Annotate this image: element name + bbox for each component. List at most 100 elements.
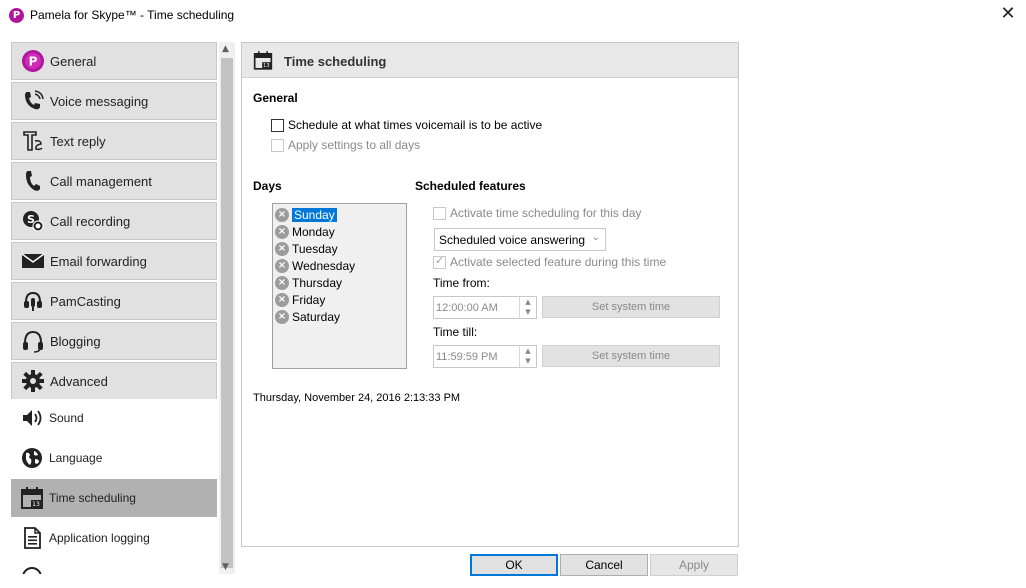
nav-label: Email forwarding xyxy=(50,253,147,269)
nav-item-call-recording[interactable]: S Call recording xyxy=(11,202,217,240)
day-item-monday[interactable]: × Monday xyxy=(275,223,335,240)
panel-header: 13 Time scheduling xyxy=(242,43,738,78)
activate-day-checkbox-label: Activate time scheduling for this day xyxy=(450,206,642,220)
headset-icon xyxy=(21,329,45,353)
svg-text:13: 13 xyxy=(32,501,40,508)
nav-item-blogging[interactable]: Blogging xyxy=(11,322,217,360)
general-group-title: General xyxy=(253,91,298,105)
svg-text:13: 13 xyxy=(263,63,269,69)
scroll-up-icon[interactable]: ▲ xyxy=(222,44,229,54)
nav-label: Voice messaging xyxy=(50,93,149,109)
nav-item-advanced[interactable]: Advanced xyxy=(11,362,217,400)
day-label: Sunday xyxy=(292,207,337,222)
day-item-tuesday[interactable]: × Tuesday xyxy=(275,240,338,257)
cancel-button[interactable]: Cancel xyxy=(560,554,648,576)
envelope-icon xyxy=(21,249,45,273)
time-till-field[interactable]: 11:59:59 PM ▲ ▼ xyxy=(433,345,537,368)
apply-all-checkbox[interactable] xyxy=(271,138,284,152)
activate-day-checkbox-row[interactable]: Activate time scheduling for this day xyxy=(433,206,641,220)
days-group-title: Days xyxy=(253,179,282,193)
time-from-label: Time from: xyxy=(433,276,490,290)
nav-item-sound[interactable]: Sound xyxy=(11,399,217,437)
day-item-saturday[interactable]: × Saturday xyxy=(275,308,340,325)
activate-feature-checkbox-row[interactable]: Activate selected feature during this ti… xyxy=(433,254,667,269)
time-from-value: 12:00:00 AM xyxy=(436,301,498,314)
globe-icon xyxy=(20,446,44,470)
time-from-field[interactable]: 12:00:00 AM ▲ ▼ xyxy=(433,296,537,319)
calendar-icon: 13 xyxy=(253,50,273,71)
calendar-icon: 13 xyxy=(20,486,44,510)
nav-item-language[interactable]: Language xyxy=(11,439,217,477)
partial-icon xyxy=(20,565,44,574)
activate-feature-checkbox-label: Activate selected feature during this ti… xyxy=(450,255,667,269)
apply-all-checkbox-label: Apply settings to all days xyxy=(288,138,421,152)
title-bar: P Pamela for Skype™ - Time scheduling ✕ xyxy=(0,0,1026,31)
day-item-sunday[interactable]: × Sunday xyxy=(275,206,337,223)
current-datetime: Thursday, November 24, 2016 2:13:33 PM xyxy=(253,392,461,404)
nav-label: Sound xyxy=(49,411,84,425)
apply-all-checkbox-row[interactable]: Apply settings to all days xyxy=(271,138,420,152)
microphone-headset-icon xyxy=(21,289,45,313)
scheduled-feature-value: Scheduled voice answering xyxy=(439,232,586,247)
window-title: Pamela for Skype™ - Time scheduling xyxy=(30,8,235,22)
day-item-friday[interactable]: × Friday xyxy=(275,291,325,308)
time-till-spinner[interactable]: ▲ ▼ xyxy=(519,346,536,367)
nav-item-application-logging[interactable]: Application logging xyxy=(11,519,217,557)
time-till-label: Time till: xyxy=(433,325,478,339)
phone-wave-icon xyxy=(21,89,45,113)
schedule-checkbox-row[interactable]: Schedule at what times voicemail is to b… xyxy=(271,118,542,132)
text-reply-icon xyxy=(21,129,45,153)
nav-label: Call management xyxy=(50,173,152,189)
nav-item-voice-messaging[interactable]: Voice messaging xyxy=(11,82,217,120)
activate-feature-checkbox[interactable] xyxy=(433,254,446,269)
svg-text:P: P xyxy=(29,55,38,69)
spin-down-icon[interactable]: ▼ xyxy=(520,356,536,366)
time-scheduling-panel: 13 Time scheduling General Schedule at w… xyxy=(241,42,739,547)
disabled-x-icon: × xyxy=(275,207,289,222)
pamela-app-icon: P xyxy=(9,8,24,23)
day-item-thursday[interactable]: × Thursday xyxy=(275,274,342,291)
nav-item-time-scheduling[interactable]: 13 Time scheduling xyxy=(11,479,217,517)
scheduled-feature-select[interactable]: Scheduled voice answering ⌄ xyxy=(434,228,606,251)
ok-button[interactable]: OK xyxy=(470,554,558,576)
nav-item-email-forwarding[interactable]: Email forwarding xyxy=(11,242,217,280)
spin-up-icon[interactable]: ▲ xyxy=(520,297,536,307)
schedule-checkbox-label: Schedule at what times voicemail is to b… xyxy=(288,118,543,132)
apply-button[interactable]: Apply xyxy=(650,554,738,576)
day-label: Wednesday xyxy=(292,258,356,273)
scroll-down-icon[interactable]: ▼ xyxy=(222,562,229,572)
set-system-time-from-button[interactable]: Set system time xyxy=(542,296,720,318)
day-label: Monday xyxy=(292,224,335,239)
nav-item-pamcasting[interactable]: PamCasting xyxy=(11,282,217,320)
nav-item-partial[interactable] xyxy=(11,559,217,574)
day-label: Friday xyxy=(292,292,326,307)
schedule-checkbox[interactable] xyxy=(271,118,284,132)
close-icon[interactable]: ✕ xyxy=(1000,5,1016,23)
disabled-x-icon: × xyxy=(275,275,289,290)
pamela-logo-icon: P xyxy=(21,49,45,73)
disabled-x-icon: × xyxy=(275,292,289,307)
nav-item-general[interactable]: P General xyxy=(11,42,217,80)
time-till-value: 11:59:59 PM xyxy=(436,350,498,363)
activate-day-checkbox[interactable] xyxy=(433,206,446,220)
nav-label: Language xyxy=(49,451,103,465)
nav-scrollbar[interactable]: ▲ ▼ xyxy=(219,42,235,574)
gear-icon xyxy=(21,369,45,393)
nav-label: General xyxy=(50,53,97,69)
set-system-time-till-button[interactable]: Set system time xyxy=(542,345,720,367)
nav-item-call-management[interactable]: Call management xyxy=(11,162,217,200)
nav-label: Application logging xyxy=(49,531,150,545)
nav-label: Time scheduling xyxy=(49,491,136,505)
time-from-spinner[interactable]: ▲ ▼ xyxy=(519,297,536,318)
spin-down-icon[interactable]: ▼ xyxy=(520,307,536,317)
disabled-x-icon: × xyxy=(275,258,289,273)
disabled-x-icon: × xyxy=(275,309,289,324)
disabled-x-icon: × xyxy=(275,241,289,256)
skype-record-icon: S xyxy=(21,209,45,233)
day-item-wednesday[interactable]: × Wednesday xyxy=(275,257,355,274)
days-list[interactable]: × Sunday × Monday × Tuesday × Wednesday × Thu… xyxy=(272,203,407,369)
nav-item-text-reply[interactable]: Text reply xyxy=(11,122,217,160)
scroll-thumb[interactable] xyxy=(221,58,233,568)
nav-label: Advanced xyxy=(50,373,108,389)
spin-up-icon[interactable]: ▲ xyxy=(520,346,536,356)
